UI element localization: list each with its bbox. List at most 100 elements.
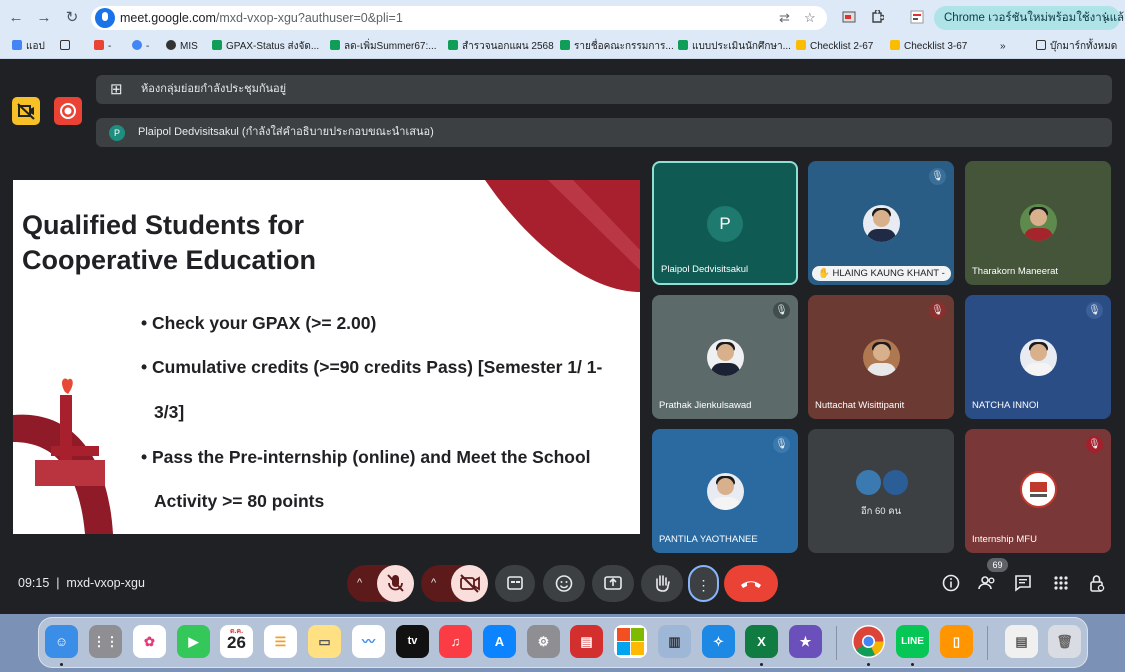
recording-icon[interactable]: [54, 97, 82, 125]
bookmark-mis[interactable]: MIS: [166, 39, 198, 55]
raise-hand-button[interactable]: [641, 565, 683, 602]
more-options-button[interactable]: ⋮: [688, 565, 719, 602]
app-store-icon[interactable]: A: [483, 625, 516, 658]
bookmark-google[interactable]: -: [132, 39, 149, 55]
back-icon[interactable]: ←: [6, 8, 26, 28]
leave-call-button[interactable]: [724, 565, 778, 602]
activities-icon[interactable]: [1050, 572, 1072, 594]
bookmarks-bar: แอป - - MIS GPAX-Status ส่งจัด... ลด-เพิ…: [0, 35, 1125, 59]
more-participants-tile[interactable]: อีก 60 คน: [808, 429, 954, 553]
mic-muted-icon: 🎙: [929, 302, 946, 319]
present-button[interactable]: [592, 565, 634, 602]
trash-icon[interactable]: 🗑: [1048, 625, 1081, 658]
puzzle-icon[interactable]: [870, 10, 884, 24]
hand-icon: [656, 575, 670, 592]
host-controls-icon[interactable]: [1086, 572, 1108, 594]
participant-avatar: [854, 468, 883, 497]
captions-button[interactable]: [495, 565, 535, 602]
participant-name: Nuttachat Wisittipanit: [815, 400, 905, 411]
chrome-icon[interactable]: [852, 625, 885, 658]
participant-tile[interactable]: 🎙 PANTILA YAOTHANEE: [652, 429, 798, 553]
meet-mic-icon: [95, 8, 115, 28]
system-settings-icon[interactable]: ⚙: [527, 625, 560, 658]
launchpad-icon[interactable]: ⋮⋮: [89, 625, 122, 658]
reactions-button[interactable]: [543, 565, 585, 602]
grid-icon: [60, 40, 70, 50]
participant-tile[interactable]: 🎙 ✋ HLAING KAUNG KHANT -: [808, 161, 954, 285]
freeform-icon[interactable]: 〰: [352, 625, 385, 658]
sheets-icon: [330, 40, 340, 50]
books-icon[interactable]: ▯: [940, 625, 973, 658]
chrome-update-button[interactable]: Chrome เวอร์ชันใหม่พร้อมใช้งานแล้ว ⋮: [934, 6, 1125, 30]
participant-avatar: [1020, 204, 1057, 241]
people-icon[interactable]: [976, 572, 998, 594]
teams-like-icon[interactable]: ★: [789, 625, 822, 658]
address-bar[interactable]: meet.google.com/mxd-vxop-xgu?authuser=0&…: [91, 6, 827, 30]
menu-dots-icon[interactable]: ⋮: [1099, 6, 1112, 30]
no-camera-sticker-icon[interactable]: [12, 97, 40, 125]
meeting-code: mxd-vxop-xgu: [66, 576, 145, 590]
forward-icon[interactable]: →: [34, 8, 54, 28]
translate-icon[interactable]: ⇄: [779, 10, 790, 26]
participant-tile[interactable]: 🎙 Internship MFU: [965, 429, 1111, 553]
all-bookmarks[interactable]: บุ๊กมาร์กทั้งหมด: [1036, 39, 1117, 55]
presenter-banner: P Plaipol Dedvisitsakul (กำลังใส่คำอธิบา…: [96, 118, 1112, 147]
participant-name: Plaipol Dedvisitsakul: [661, 264, 749, 275]
microsoft-icon[interactable]: [614, 625, 647, 658]
folder-icon: [1036, 40, 1046, 50]
profile-ext-icon[interactable]: [910, 10, 924, 24]
participant-tile[interactable]: P Plaipol Dedvisitsakul: [652, 161, 798, 285]
document-stack-icon[interactable]: ▤: [1005, 625, 1038, 658]
presentation-app-icon[interactable]: ▤: [570, 625, 603, 658]
participant-name: Tharakorn Maneerat: [972, 266, 1059, 277]
bookmark-gpax[interactable]: GPAX-Status ส่งจัด...: [212, 39, 319, 55]
mic-options-chevron-icon[interactable]: ^: [357, 565, 362, 602]
camera-control[interactable]: ^: [421, 565, 488, 602]
slide-bullet-continuation: Activity >= 80 points: [154, 491, 325, 511]
excel-icon[interactable]: X: [745, 625, 778, 658]
finder-icon[interactable]: ☺: [45, 625, 78, 658]
reload-icon[interactable]: ↻: [62, 8, 82, 28]
meet-window: ⊞ ห้องกลุ่มย่อยกำลังประชุมกันอยู่ P Plai…: [0, 59, 1125, 614]
reminders-icon[interactable]: ☰: [264, 625, 297, 658]
bookmark-grid[interactable]: [60, 39, 74, 55]
bookmark-apps[interactable]: แอป: [12, 39, 45, 55]
camera-options-chevron-icon[interactable]: ^: [431, 565, 436, 602]
bookmark-summer[interactable]: ลด-เพิ่มSummer67:...: [330, 39, 437, 55]
bookmark-gmail[interactable]: -: [94, 39, 111, 55]
participant-tile[interactable]: 🎙 NATCHA INNOI: [965, 295, 1111, 419]
drive-icon: [796, 40, 806, 50]
calendar-icon[interactable]: ต.ค. 26: [220, 625, 253, 658]
bookmark-checklist-2[interactable]: Checklist 2-67: [796, 39, 873, 55]
participant-tile[interactable]: Tharakorn Maneerat: [965, 161, 1111, 285]
preview-icon[interactable]: ▥: [658, 625, 691, 658]
bookmark-survey[interactable]: สำรวจนอกแผน 2568: [448, 39, 554, 55]
meeting-details-icon[interactable]: [940, 572, 962, 594]
line-icon[interactable]: LINE: [896, 625, 929, 658]
participant-avatar: [863, 205, 900, 242]
extension-icon[interactable]: [842, 10, 856, 24]
breakout-banner[interactable]: ⊞ ห้องกลุ่มย่อยกำลังประชุมกันอยู่: [96, 75, 1112, 104]
participant-avatar: [863, 339, 900, 376]
safari-icon[interactable]: ✧: [702, 625, 735, 658]
present-screen-icon: [604, 576, 622, 590]
participant-tile[interactable]: 🎙 Prathak Jienkulsawad: [652, 295, 798, 419]
music-icon[interactable]: ♫: [439, 625, 472, 658]
notes-icon[interactable]: ▭: [308, 625, 341, 658]
bookmarks-overflow-icon[interactable]: »: [1000, 39, 1006, 55]
sheets-icon: [448, 40, 458, 50]
bookmark-star-icon[interactable]: ☆: [804, 10, 816, 26]
facetime-icon[interactable]: ▶: [177, 625, 210, 658]
chat-icon[interactable]: [1012, 572, 1034, 594]
bookmark-evaluation[interactable]: แบบประเมินนักศึกษา...: [678, 39, 791, 55]
apple-tv-icon[interactable]: tv: [396, 625, 429, 658]
bookmark-committee[interactable]: รายชื่อคณะกรรมการ...: [560, 39, 674, 55]
bookmark-checklist-3[interactable]: Checklist 3-67: [890, 39, 967, 55]
participant-tile[interactable]: 🎙 Nuttachat Wisittipanit: [808, 295, 954, 419]
photos-icon[interactable]: ✿: [133, 625, 166, 658]
mic-off-icon[interactable]: [377, 565, 414, 602]
slide-bullet: • Cumulative credits (>=90 credits Pass)…: [141, 357, 603, 377]
meeting-time: 09:15: [18, 576, 50, 590]
camera-off-icon[interactable]: [451, 565, 488, 602]
mic-control[interactable]: ^: [347, 565, 414, 602]
